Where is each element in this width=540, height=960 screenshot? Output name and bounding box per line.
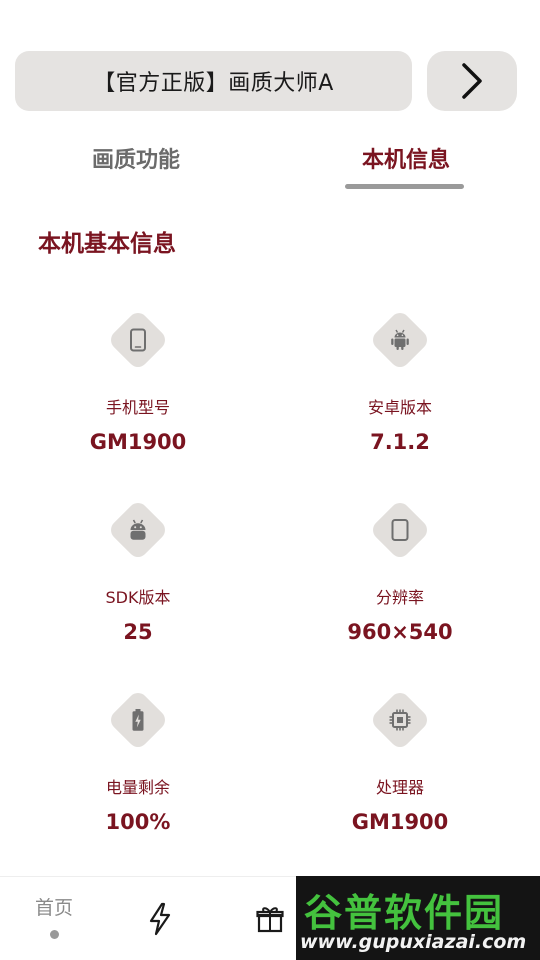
watermark-logo: 谷普软件园 www.gupuxiazai.com: [296, 876, 540, 960]
nav-gift[interactable]: [250, 877, 290, 960]
active-tab-indicator: [345, 184, 464, 189]
android-icon: [391, 329, 409, 350]
watermark-title: 谷普软件园: [304, 891, 505, 935]
info-label: 安卓版本: [367, 398, 432, 417]
info-card-sdk: SDK版本 25: [38, 498, 238, 644]
info-value: GM1900: [351, 810, 449, 834]
battery-icon: [132, 709, 144, 731]
info-card-model: 手机型号 GM1900: [38, 308, 238, 454]
screen-icon: [391, 519, 409, 541]
section-title: 本机基本信息: [38, 231, 176, 257]
info-label: 手机型号: [105, 398, 170, 417]
chip-icon: [389, 709, 411, 731]
nav-home-label: 首页: [34, 897, 73, 919]
tab-device-info[interactable]: 本机信息: [362, 142, 450, 174]
info-card-resolution: 分辨率 960×540: [300, 498, 500, 644]
info-label: 处理器: [375, 778, 424, 797]
tab-bar: 画质功能 本机信息: [0, 132, 540, 192]
android-head-icon: [130, 519, 146, 540]
info-card-battery: 电量剩余 100%: [38, 688, 238, 834]
app-title: 【官方正版】画质大师A: [93, 71, 334, 96]
nav-boost[interactable]: [140, 877, 180, 960]
info-card-processor: 处理器 GM1900: [300, 688, 500, 834]
info-value: 960×540: [347, 620, 453, 644]
info-value: 25: [123, 620, 153, 644]
app-title-box[interactable]: 【官方正版】画质大师A: [15, 51, 412, 111]
flash-icon: [149, 902, 171, 936]
top-bar: 【官方正版】画质大师A: [15, 51, 517, 111]
info-label: 电量剩余: [105, 778, 170, 797]
next-button[interactable]: [427, 51, 517, 111]
info-label: 分辨率: [375, 588, 424, 607]
phone-icon: [130, 328, 146, 352]
info-value: GM1900: [89, 430, 187, 454]
info-value: 7.1.2: [370, 430, 430, 454]
tab-quality-functions[interactable]: 画质功能: [92, 142, 180, 174]
nav-home[interactable]: 首页: [24, 877, 84, 960]
info-value: 100%: [105, 810, 171, 834]
gift-icon: [256, 907, 284, 933]
chevron-right-icon: [462, 63, 482, 99]
home-icon: [49, 930, 59, 939]
info-card-android-version: 安卓版本 7.1.2: [300, 308, 500, 454]
info-label: SDK版本: [105, 588, 171, 607]
watermark-url: www.gupuxiazai.com: [300, 931, 527, 953]
